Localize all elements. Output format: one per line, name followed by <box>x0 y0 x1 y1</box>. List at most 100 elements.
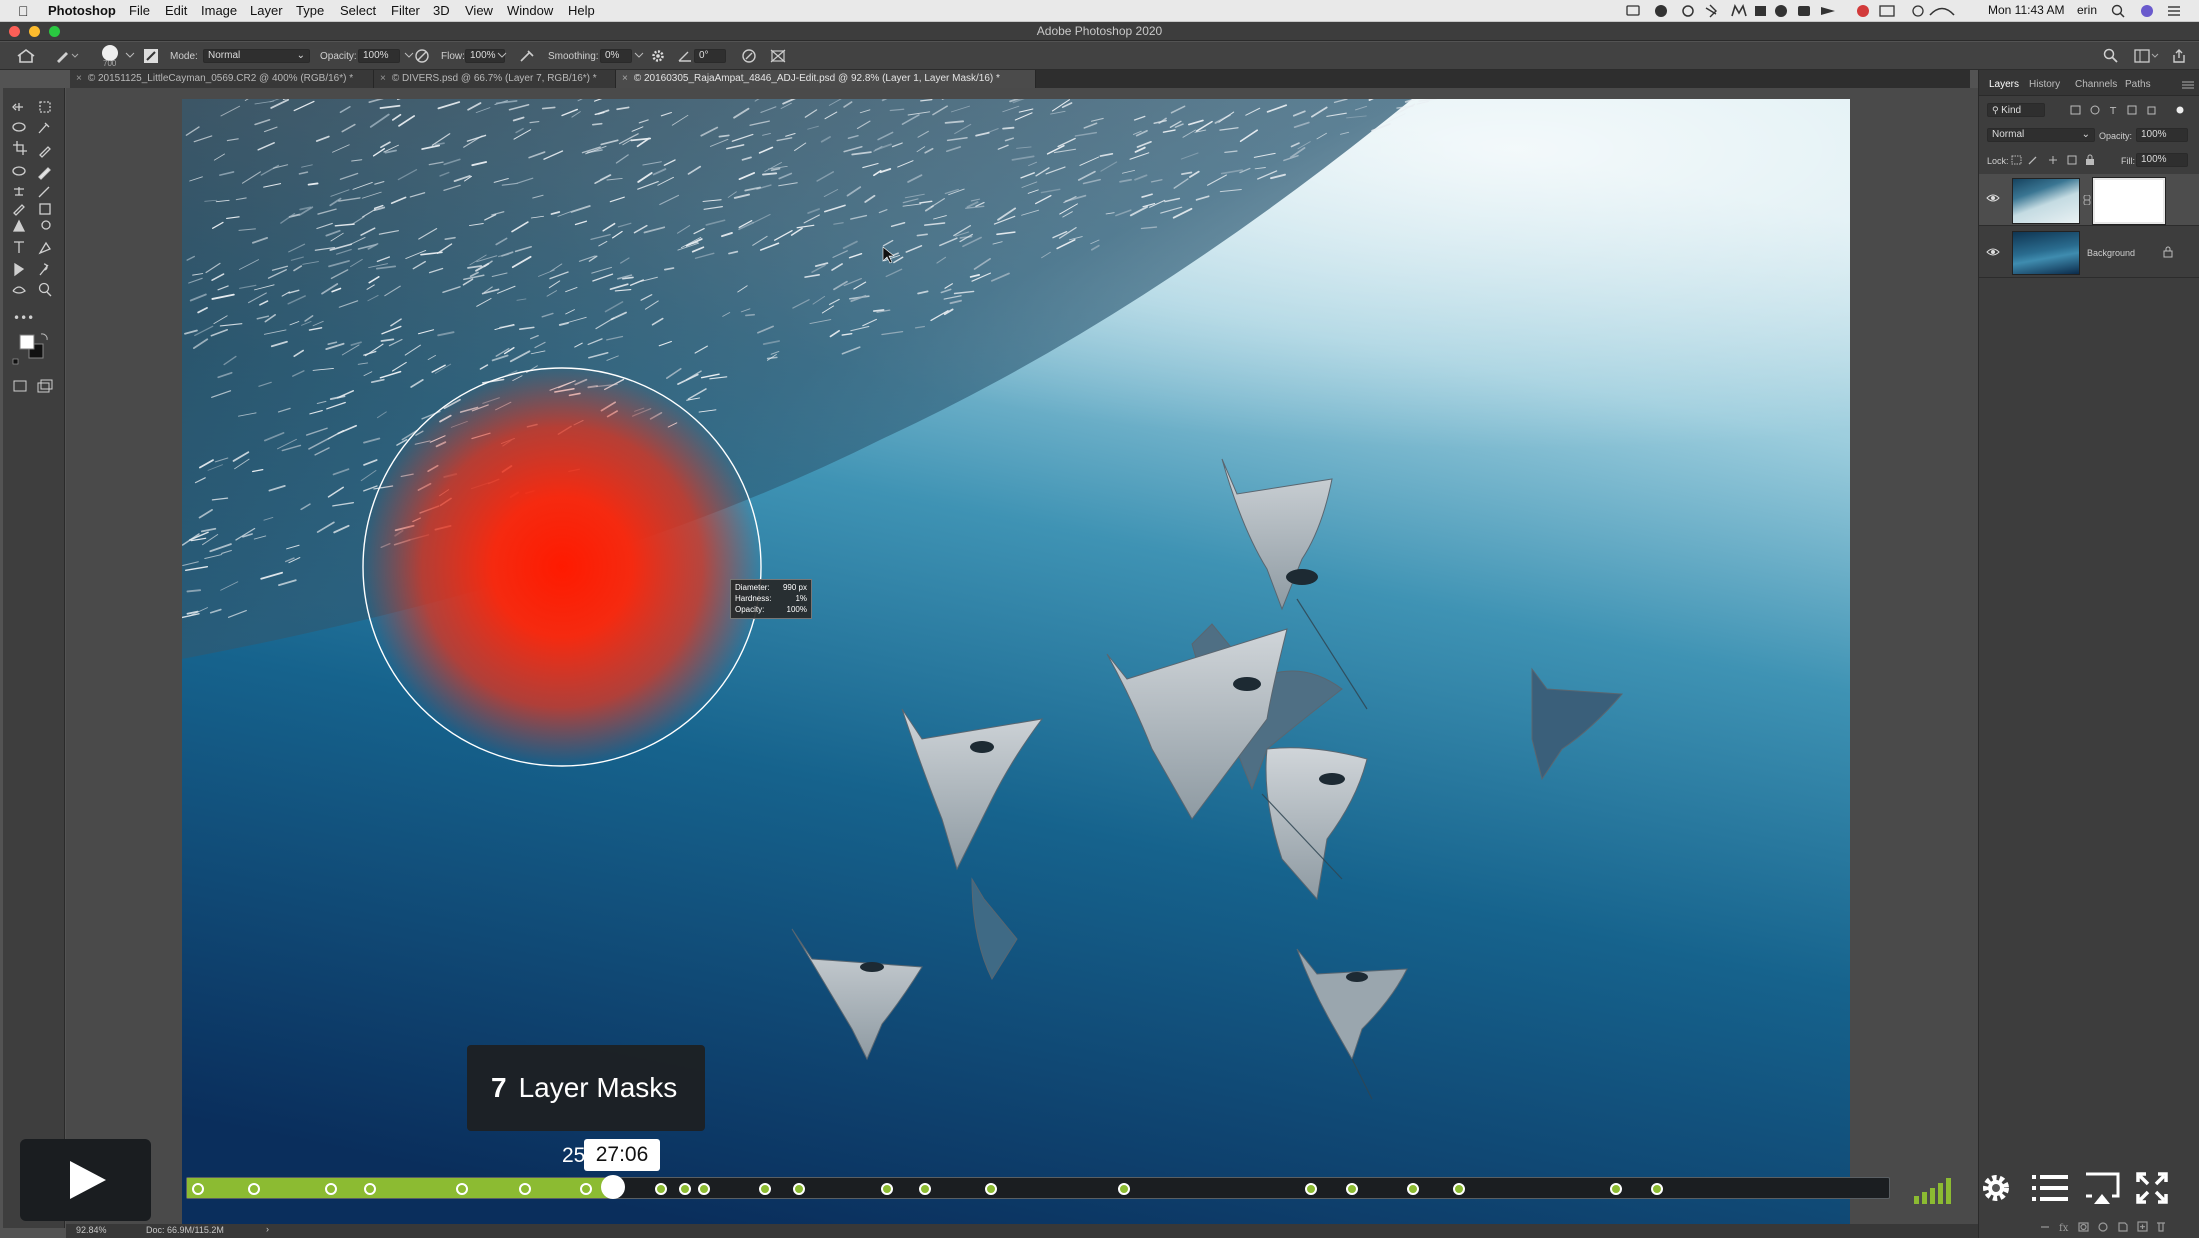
close-tab-icon[interactable]: × <box>76 73 82 84</box>
doc-tab-1[interactable]: × © 20151125_LittleCayman_0569.CR2 @ 400%… <box>70 70 374 88</box>
apple-icon[interactable]:  <box>18 3 29 19</box>
tab-channels[interactable]: Channels <box>2075 79 2117 90</box>
brush-hud-tooltip: Diameter: 990 px Hardness: 1% Opacity: 100% <box>730 579 812 619</box>
workspace-switcher-icon[interactable] <box>2133 48 2159 64</box>
search-icon[interactable] <box>2103 48 2119 64</box>
layer-row-background[interactable]: Background <box>1979 226 2199 278</box>
menu-3d[interactable]: 3D <box>433 3 450 18</box>
layer-row-1[interactable] <box>1979 174 2199 226</box>
play-button[interactable] <box>20 1139 151 1221</box>
menu-window[interactable]: Window <box>507 3 553 18</box>
smoothing-field[interactable]: 0% <box>600 49 632 63</box>
chapter-marker[interactable] <box>1346 1183 1359 1195</box>
airplay-icon[interactable] <box>2082 1166 2122 1210</box>
chapter-marker[interactable] <box>655 1183 668 1195</box>
fullscreen-icon[interactable] <box>2132 1166 2172 1210</box>
chapter-marker[interactable] <box>1117 1183 1130 1195</box>
airbrush-icon[interactable] <box>518 48 536 64</box>
brush-tool-preset-icon[interactable] <box>54 48 82 64</box>
panel-menu-icon[interactable] <box>2182 81 2194 89</box>
chapter-marker[interactable] <box>792 1183 805 1195</box>
chapter-marker[interactable] <box>364 1183 376 1195</box>
menu-help[interactable]: Help <box>568 3 595 18</box>
layer-opacity-label: Opacity: <box>2099 131 2133 141</box>
zoom-level[interactable]: 92.84% <box>76 1225 107 1235</box>
minimize-window-button[interactable] <box>29 26 40 37</box>
home-icon[interactable] <box>16 48 36 64</box>
brush-angle-icon[interactable] <box>677 48 693 64</box>
layer-panel-footer-icons[interactable]: fx <box>2039 1220 2199 1234</box>
close-window-button[interactable] <box>9 26 20 37</box>
angle-field[interactable]: 0° <box>694 49 726 63</box>
menu-type[interactable]: Type <box>296 3 324 18</box>
blend-mode-select[interactable]: Normal ⌄ <box>1987 128 2095 142</box>
document-photo[interactable] <box>182 99 1850 1238</box>
close-tab-icon[interactable]: × <box>380 73 386 84</box>
scrub-handle[interactable] <box>600 1175 625 1199</box>
chapter-marker[interactable] <box>1407 1183 1420 1195</box>
video-progress-bar[interactable] <box>186 1175 1890 1199</box>
smoothing-gear-icon[interactable] <box>650 48 666 64</box>
symmetry-icon[interactable] <box>769 48 787 64</box>
menu-file[interactable]: File <box>129 3 150 18</box>
chevron-down-icon[interactable] <box>497 50 507 60</box>
link-chain-icon[interactable] <box>2083 195 2091 205</box>
status-chevron-right-icon[interactable]: › <box>266 1224 269 1234</box>
chapter-marker[interactable] <box>1453 1183 1466 1195</box>
chapter-marker[interactable] <box>518 1183 531 1195</box>
tab-layers[interactable]: Layers <box>1989 79 2019 90</box>
chapter-marker[interactable] <box>192 1183 205 1195</box>
menu-bar:  Photoshop File Edit Image Layer Type S… <box>0 0 2199 22</box>
chapter-marker[interactable] <box>1609 1183 1622 1195</box>
chapter-marker[interactable] <box>1305 1183 1318 1195</box>
close-tab-icon[interactable]: × <box>622 73 628 84</box>
chapter-marker[interactable] <box>881 1183 894 1195</box>
chapter-marker[interactable] <box>678 1183 691 1195</box>
chapter-marker[interactable] <box>918 1183 931 1195</box>
zoom-window-button[interactable] <box>49 26 60 37</box>
mode-select[interactable]: Normal ⌄ <box>203 49 310 63</box>
screen:  Photoshop File Edit Image Layer Type S… <box>0 0 2199 1238</box>
spotlight-siri-notification-icons[interactable] <box>2110 4 2190 18</box>
status-menu-icons[interactable] <box>1620 3 1970 19</box>
clock[interactable]: Mon 11:43 AM <box>1988 3 2065 17</box>
chapter-marker[interactable] <box>1650 1183 1663 1195</box>
user-name[interactable]: erin <box>2077 3 2097 17</box>
menu-edit[interactable]: Edit <box>165 3 187 18</box>
layer-opacity-field[interactable]: 100% <box>2136 128 2188 142</box>
chevron-down-icon[interactable] <box>125 50 135 60</box>
chapter-marker[interactable] <box>697 1183 710 1195</box>
menu-layer[interactable]: Layer <box>250 3 283 18</box>
opacity-field[interactable]: 100% <box>358 49 400 63</box>
doc-tab-3[interactable]: × © 20160305_RajaAmpat_4846_ADJ-Edit.psd … <box>616 70 1036 88</box>
lock-icons[interactable] <box>2011 154 2101 166</box>
doc-tab-2[interactable]: × © DIVERS.psd @ 66.7% (Layer 7, RGB/16*)… <box>374 70 616 88</box>
chevron-down-icon[interactable] <box>634 50 644 60</box>
menu-select[interactable]: Select <box>340 3 376 18</box>
layer-filter-icons[interactable]: T <box>2070 104 2195 116</box>
menu-view[interactable]: View <box>465 3 493 18</box>
eye-icon[interactable] <box>1986 193 2000 203</box>
tool-icons[interactable]: ••• <box>11 96 59 426</box>
layer-mask-thumbnail[interactable] <box>2092 177 2166 225</box>
chapter-marker[interactable] <box>324 1183 337 1195</box>
pressure-opacity-icon[interactable] <box>414 48 430 64</box>
settings-gear-icon[interactable] <box>1976 1166 2016 1210</box>
brush-settings-panel-icon[interactable] <box>142 47 160 65</box>
tab-history[interactable]: History <box>2029 79 2060 90</box>
pressure-size-icon[interactable] <box>741 48 757 64</box>
menu-image[interactable]: Image <box>201 3 237 18</box>
menu-filter[interactable]: Filter <box>391 3 420 18</box>
chapter-marker[interactable] <box>455 1183 468 1195</box>
app-menu[interactable]: Photoshop <box>48 3 116 18</box>
tab-paths[interactable]: Paths <box>2125 79 2151 90</box>
chapter-marker[interactable] <box>758 1183 771 1195</box>
chapter-marker[interactable] <box>985 1183 998 1195</box>
chevron-down-icon[interactable] <box>404 50 414 60</box>
eye-icon[interactable] <box>1986 247 2000 257</box>
share-icon[interactable] <box>2171 48 2187 64</box>
fill-field[interactable]: 100% <box>2136 153 2188 167</box>
layer-filter-kind[interactable]: ⚲ Kind <box>1987 103 2045 117</box>
volume-icon[interactable] <box>1912 1166 1952 1210</box>
chapters-list-icon[interactable] <box>2028 1166 2068 1210</box>
